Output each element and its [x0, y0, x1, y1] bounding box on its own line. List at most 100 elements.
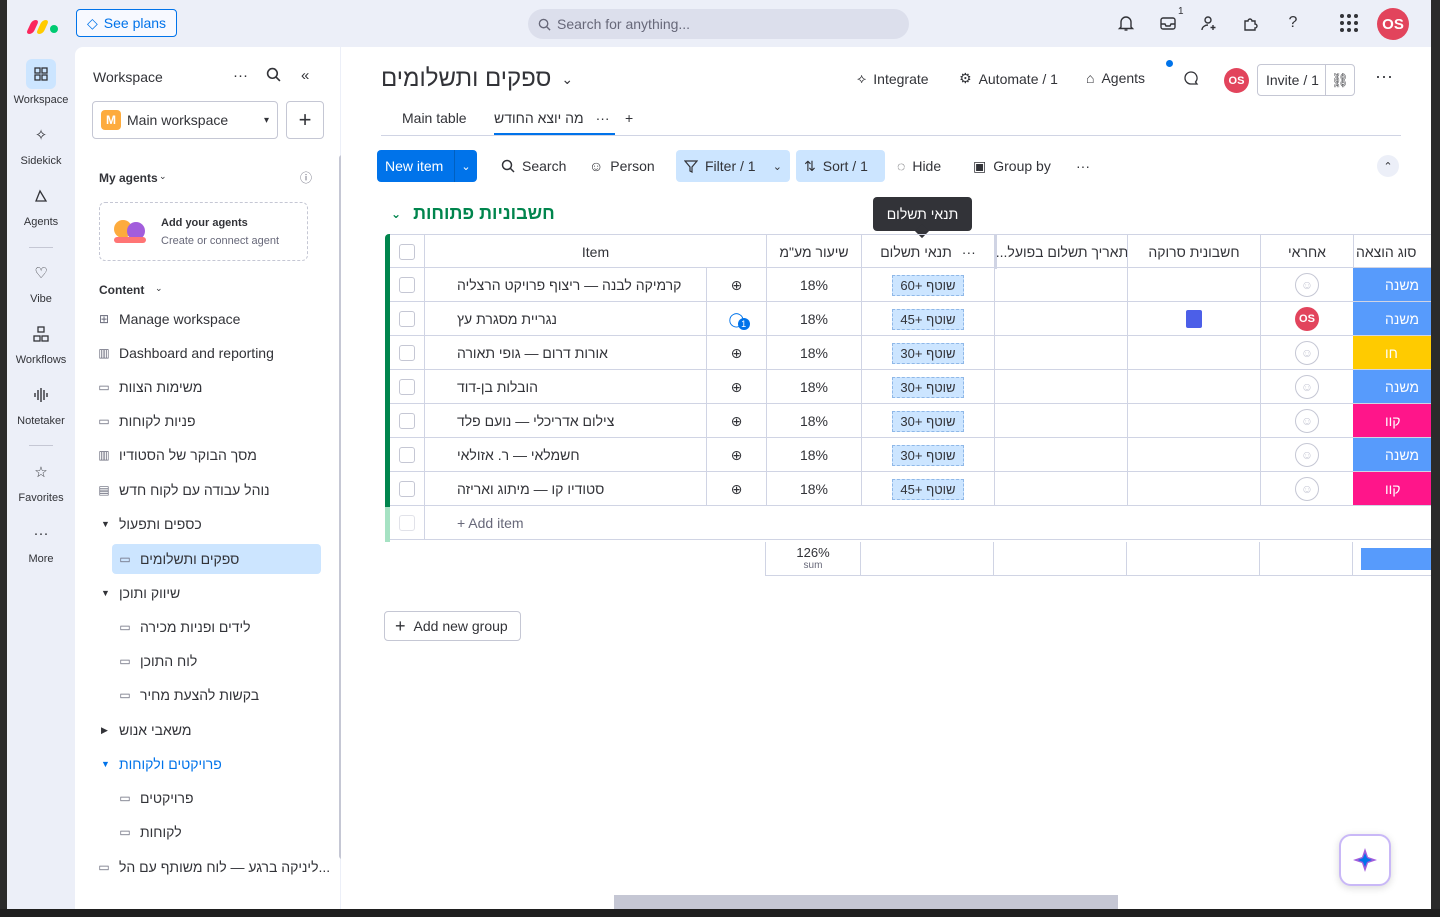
table-row[interactable]: חשמלאי — ר. אזולאי ⊕ 18% שוטף +30 ☺ משנה: [390, 438, 1431, 472]
paid-date-cell[interactable]: [995, 370, 1128, 404]
tab-monthly-outgoing[interactable]: מה יוצא החודש ···: [494, 110, 615, 135]
add-item-input[interactable]: + Add item: [425, 506, 1431, 540]
add-update-icon[interactable]: ⊕: [707, 472, 767, 506]
expense-status-cell[interactable]: קוו: [1353, 404, 1431, 437]
chevron-down-icon[interactable]: ⌄: [155, 283, 163, 294]
owner-cell[interactable]: ☺: [1261, 268, 1354, 302]
expense-status-cell[interactable]: משנה: [1353, 302, 1431, 335]
row-checkbox[interactable]: [399, 447, 415, 463]
invoice-cell[interactable]: [1128, 268, 1261, 302]
row-checkbox[interactable]: [399, 481, 415, 497]
expense-status-cell[interactable]: משנה: [1353, 268, 1431, 301]
board-title[interactable]: ספקים ותשלומים ⌄: [381, 65, 573, 93]
add-new-group-button[interactable]: + Add new group: [384, 611, 521, 641]
global-search-input[interactable]: Search for anything...: [528, 9, 909, 39]
search-button[interactable]: Search: [501, 150, 566, 182]
add-workspace-item-button[interactable]: +: [286, 101, 324, 139]
expense-status-cell[interactable]: משנה: [1353, 370, 1431, 403]
paid-date-cell[interactable]: [995, 302, 1128, 336]
table-row[interactable]: אורות דרום — גופי תאורה ⊕ 18% שוטף +30 ☺…: [390, 336, 1431, 370]
horizontal-scrollbar[interactable]: [614, 895, 1118, 909]
vat-cell[interactable]: 18%: [767, 404, 862, 438]
my-agents-label[interactable]: My agents: [99, 171, 158, 185]
filter-button[interactable]: Filter / 1 ⌄: [676, 150, 790, 182]
integrate-button[interactable]: ⟡ Integrate: [857, 70, 929, 87]
group-by-button[interactable]: ▣ Group by: [973, 150, 1051, 182]
sidebar-item-board[interactable]: ▭ פניות לקוחות: [97, 406, 195, 436]
rail-notetaker[interactable]: Notetaker: [7, 380, 75, 427]
add-update-icon[interactable]: ⊕: [707, 404, 767, 438]
chevron-down-icon[interactable]: ⌄: [561, 71, 573, 88]
rail-vibe[interactable]: ♡ Vibe: [7, 258, 75, 305]
tab-main-table[interactable]: Main table: [402, 110, 467, 126]
column-header-paid-date[interactable]: ...תאריך תשלום בפועל: [995, 235, 1128, 269]
bell-icon[interactable]: [1115, 12, 1137, 34]
add-update-icon[interactable]: ⊕: [707, 336, 767, 370]
invite-button[interactable]: Invite / 1 ⛓: [1257, 64, 1355, 96]
rail-workflows[interactable]: Workflows: [7, 319, 75, 366]
owner-cell[interactable]: ☺: [1261, 472, 1354, 506]
invoice-cell[interactable]: [1128, 302, 1261, 336]
sidebar-item-board[interactable]: ▭ פרויקטים: [118, 783, 193, 813]
sidebar-item-board[interactable]: ▭ לקוחות: [118, 817, 181, 847]
item-name-cell[interactable]: הובלות בן-דוד: [425, 370, 707, 404]
monday-logo-icon[interactable]: [25, 12, 59, 34]
sort-button[interactable]: ⇅ Sort / 1: [796, 150, 885, 182]
updates-chat-icon[interactable]: [1183, 70, 1199, 86]
table-row[interactable]: צילום אדריכלי — נועם פלד ⊕ 18% שוטף +30 …: [390, 404, 1431, 438]
paid-date-cell[interactable]: [995, 472, 1128, 506]
terms-cell[interactable]: שוטף +30: [862, 370, 995, 404]
more-options-icon[interactable]: ···: [233, 67, 248, 84]
add-update-icon[interactable]: ⊕: [707, 438, 767, 472]
sidebar-item-board[interactable]: ▭ משימות הצוות: [97, 372, 202, 402]
rail-agents[interactable]: Agents: [7, 181, 75, 228]
sidebar-folder-hr[interactable]: ▶ משאבי אנוש: [101, 715, 192, 745]
table-row[interactable]: קרמיקה לבנה — ריצוף פרויקט הרצליה ⊕ 18% …: [390, 268, 1431, 302]
invite-members-icon[interactable]: [1198, 12, 1220, 34]
person-filter-button[interactable]: ☺ Person: [589, 150, 655, 182]
vat-cell[interactable]: 18%: [767, 438, 862, 472]
sidebar-folder-marketing[interactable]: ▼ שיווק ותוכן: [101, 578, 180, 608]
column-header-owner[interactable]: אחראי: [1261, 235, 1354, 269]
link-icon[interactable]: ⛓: [1326, 72, 1354, 89]
sidebar-item-dashboard[interactable]: ▥ מסך הבוקר של הסטודיו: [97, 440, 257, 470]
expense-status-cell[interactable]: חו: [1353, 336, 1431, 369]
row-checkbox[interactable]: [399, 277, 415, 293]
item-name-cell[interactable]: קרמיקה לבנה — ריצוף פרויקט הרצליה: [425, 268, 707, 302]
column-menu-icon[interactable]: ···: [962, 244, 976, 260]
search-icon[interactable]: [266, 67, 281, 86]
row-checkbox[interactable]: [399, 311, 415, 327]
new-item-button[interactable]: New item ⌄: [377, 150, 477, 182]
sidebar-item-dashboard[interactable]: ▥ Dashboard and reporting: [97, 338, 274, 368]
owner-cell[interactable]: ☺: [1261, 404, 1354, 438]
terms-cell[interactable]: שוטף +30: [862, 336, 995, 370]
column-header-terms[interactable]: תנאי תשלום ···: [862, 235, 995, 269]
column-header-expense[interactable]: סוג הוצאה: [1354, 235, 1431, 269]
row-checkbox-cell[interactable]: [390, 302, 425, 336]
row-checkbox-cell[interactable]: [390, 268, 425, 302]
item-name-cell[interactable]: חשמלאי — ר. אזולאי: [425, 438, 707, 472]
item-name-cell[interactable]: נגריית מסגרת עץ: [425, 302, 707, 336]
see-plans-button[interactable]: ◇ See plans: [76, 9, 177, 37]
terms-cell[interactable]: שוטף +30: [862, 438, 995, 472]
terms-cell[interactable]: שוטף +60: [862, 268, 995, 302]
add-item-row[interactable]: + Add item: [390, 506, 1431, 540]
row-checkbox[interactable]: [399, 379, 415, 395]
terms-cell[interactable]: שוטף +30: [862, 404, 995, 438]
sidebar-item-board[interactable]: ▭ לוח התוכן: [118, 646, 197, 676]
row-checkbox[interactable]: [399, 413, 415, 429]
inbox-icon[interactable]: [1157, 12, 1179, 34]
workspace-dropdown[interactable]: M Main workspace ▾: [92, 101, 278, 139]
sidebar-item-board[interactable]: ▭ לידים ופניות מכירה: [118, 612, 250, 642]
sidebar-folder-finance[interactable]: ▼ כספים ותפעול: [101, 509, 202, 539]
row-checkbox-cell[interactable]: [390, 404, 425, 438]
board-owner-avatar[interactable]: OS: [1224, 68, 1249, 93]
sidebar-item-shared-board[interactable]: ▭ ליניקה ברגע — לוח משותף עם הל...: [97, 852, 330, 882]
vat-cell[interactable]: 18%: [767, 472, 862, 506]
row-checkbox-cell[interactable]: [390, 336, 425, 370]
table-row[interactable]: סטודיו קו — מיתוג ואריזה ⊕ 18% שוטף +45 …: [390, 472, 1431, 506]
item-name-cell[interactable]: אורות דרום — גופי תאורה: [425, 336, 707, 370]
expense-status-cell[interactable]: קוו: [1353, 472, 1431, 505]
invoice-cell[interactable]: [1128, 472, 1261, 506]
chevron-down-icon[interactable]: ⌄: [455, 160, 477, 173]
